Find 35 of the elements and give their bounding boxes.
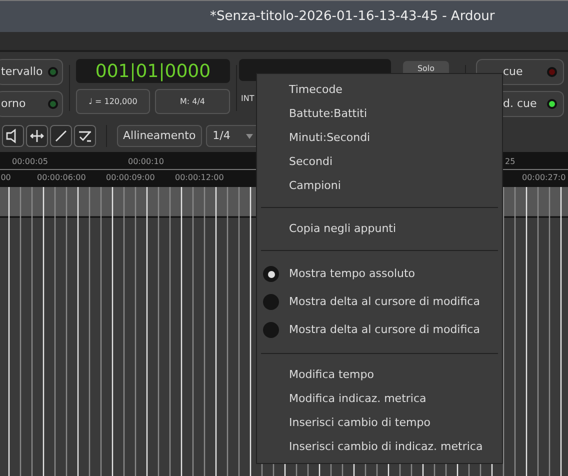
menu-item[interactable]: Secondi	[257, 150, 502, 174]
bbt-clock[interactable]: 001|01|0000	[76, 59, 230, 83]
snap-button[interactable]: Allineamento	[117, 125, 202, 147]
window-title: *Senza-titolo-2026-01-16-13-43-45 - Ardour	[210, 8, 495, 26]
menu-item[interactable]: Mostra delta al cursore di modifica	[257, 288, 502, 316]
stretch-icon[interactable]	[26, 125, 48, 147]
pencil-icon[interactable]	[50, 125, 72, 147]
menu-item[interactable]: Inserisci cambio di tempo	[257, 411, 502, 435]
ruler-label: 25	[505, 156, 516, 168]
tempo-button[interactable]: ♩ = 120,000	[76, 89, 150, 114]
meter-button[interactable]: M: 4/4	[155, 89, 230, 114]
clock-info: INT	[240, 93, 256, 105]
caret-icon	[246, 134, 253, 138]
ruler-label: 00:00:09:00	[106, 172, 155, 184]
menu-item[interactable]: Mostra tempo assoluto	[257, 260, 502, 288]
ruler-label: 00:00:12:00	[175, 172, 224, 184]
radio-button[interactable]	[263, 294, 279, 310]
ruler-label: 00:00:27:0	[522, 172, 566, 184]
menu-item[interactable]: Modifica tempo	[257, 363, 502, 387]
menu-item[interactable]: Campioni	[257, 174, 502, 198]
ruler-label: :00	[0, 172, 11, 184]
menu-item[interactable]: Inserisci cambio di indicaz. metrica	[257, 435, 502, 459]
ruler-label: 00:00:05	[12, 156, 48, 168]
menu-item[interactable]: Minuti:Secondi	[257, 126, 502, 150]
menu-item[interactable]: Modifica indicaz. metrica	[257, 387, 502, 411]
radio-button[interactable]	[263, 322, 279, 338]
menu-item[interactable]: Copia negli appunti	[257, 217, 502, 241]
automation-icon[interactable]	[74, 125, 96, 147]
ruler-label: 00:00:06:00	[37, 172, 86, 184]
transport-button[interactable]: tervallo	[0, 59, 63, 85]
transport-button[interactable]: orno	[0, 91, 63, 117]
audition-icon[interactable]	[2, 125, 24, 147]
menu-item[interactable]: Mostra delta al cursore di modifica	[257, 316, 502, 344]
ruler-label: 00:00:10	[128, 156, 164, 168]
radio-button[interactable]	[263, 266, 279, 282]
